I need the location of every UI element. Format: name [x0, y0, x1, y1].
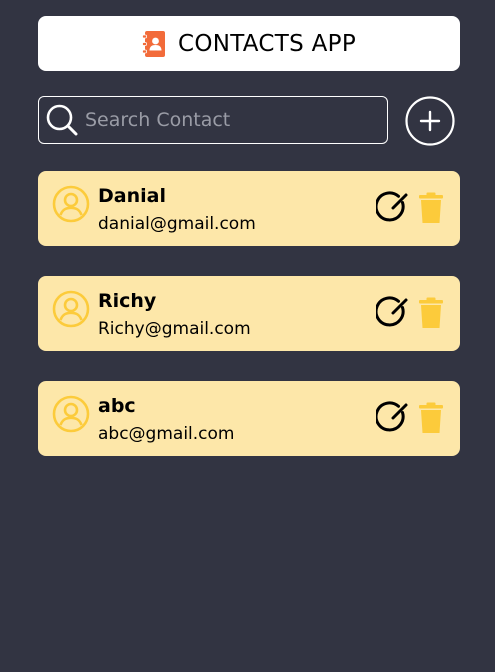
trash-icon	[419, 297, 443, 328]
contact-card: Danial danial@gmail.com	[38, 171, 460, 246]
search-box[interactable]	[38, 96, 388, 144]
user-avatar-icon	[52, 290, 90, 328]
contact-email: Richy@gmail.com	[98, 319, 251, 339]
delete-contact-button[interactable]	[418, 192, 444, 224]
trash-icon	[419, 402, 443, 433]
app-header: CONTACTS APP	[38, 16, 460, 71]
edit-contact-button[interactable]	[376, 401, 410, 435]
delete-contact-button[interactable]	[418, 402, 444, 434]
search-input[interactable]	[85, 100, 387, 140]
search-icon	[46, 104, 78, 136]
edit-icon	[376, 401, 408, 432]
contact-list: Danial danial@gmail.com Richy Richy@gmai…	[38, 171, 460, 486]
contact-email: danial@gmail.com	[98, 214, 256, 234]
contact-card: abc abc@gmail.com	[38, 381, 460, 456]
trash-icon	[419, 192, 443, 223]
contact-name: abc	[98, 395, 136, 417]
contact-name: Danial	[98, 185, 166, 207]
contacts-app: CONTACTS APP Danial danial@	[0, 0, 495, 672]
edit-icon	[376, 191, 408, 222]
edit-contact-button[interactable]	[376, 296, 410, 330]
edit-contact-button[interactable]	[376, 191, 410, 225]
search-row	[38, 96, 460, 146]
page-title: CONTACTS APP	[177, 30, 357, 57]
address-book-icon	[142, 30, 165, 57]
user-avatar-icon	[52, 395, 90, 433]
delete-contact-button[interactable]	[418, 297, 444, 329]
contact-name: Richy	[98, 290, 157, 312]
user-avatar-icon	[52, 185, 90, 223]
contact-card: Richy Richy@gmail.com	[38, 276, 460, 351]
contact-email: abc@gmail.com	[98, 424, 235, 444]
edit-icon	[376, 296, 408, 327]
add-contact-button[interactable]	[405, 96, 455, 146]
plus-circle-icon	[405, 96, 455, 146]
